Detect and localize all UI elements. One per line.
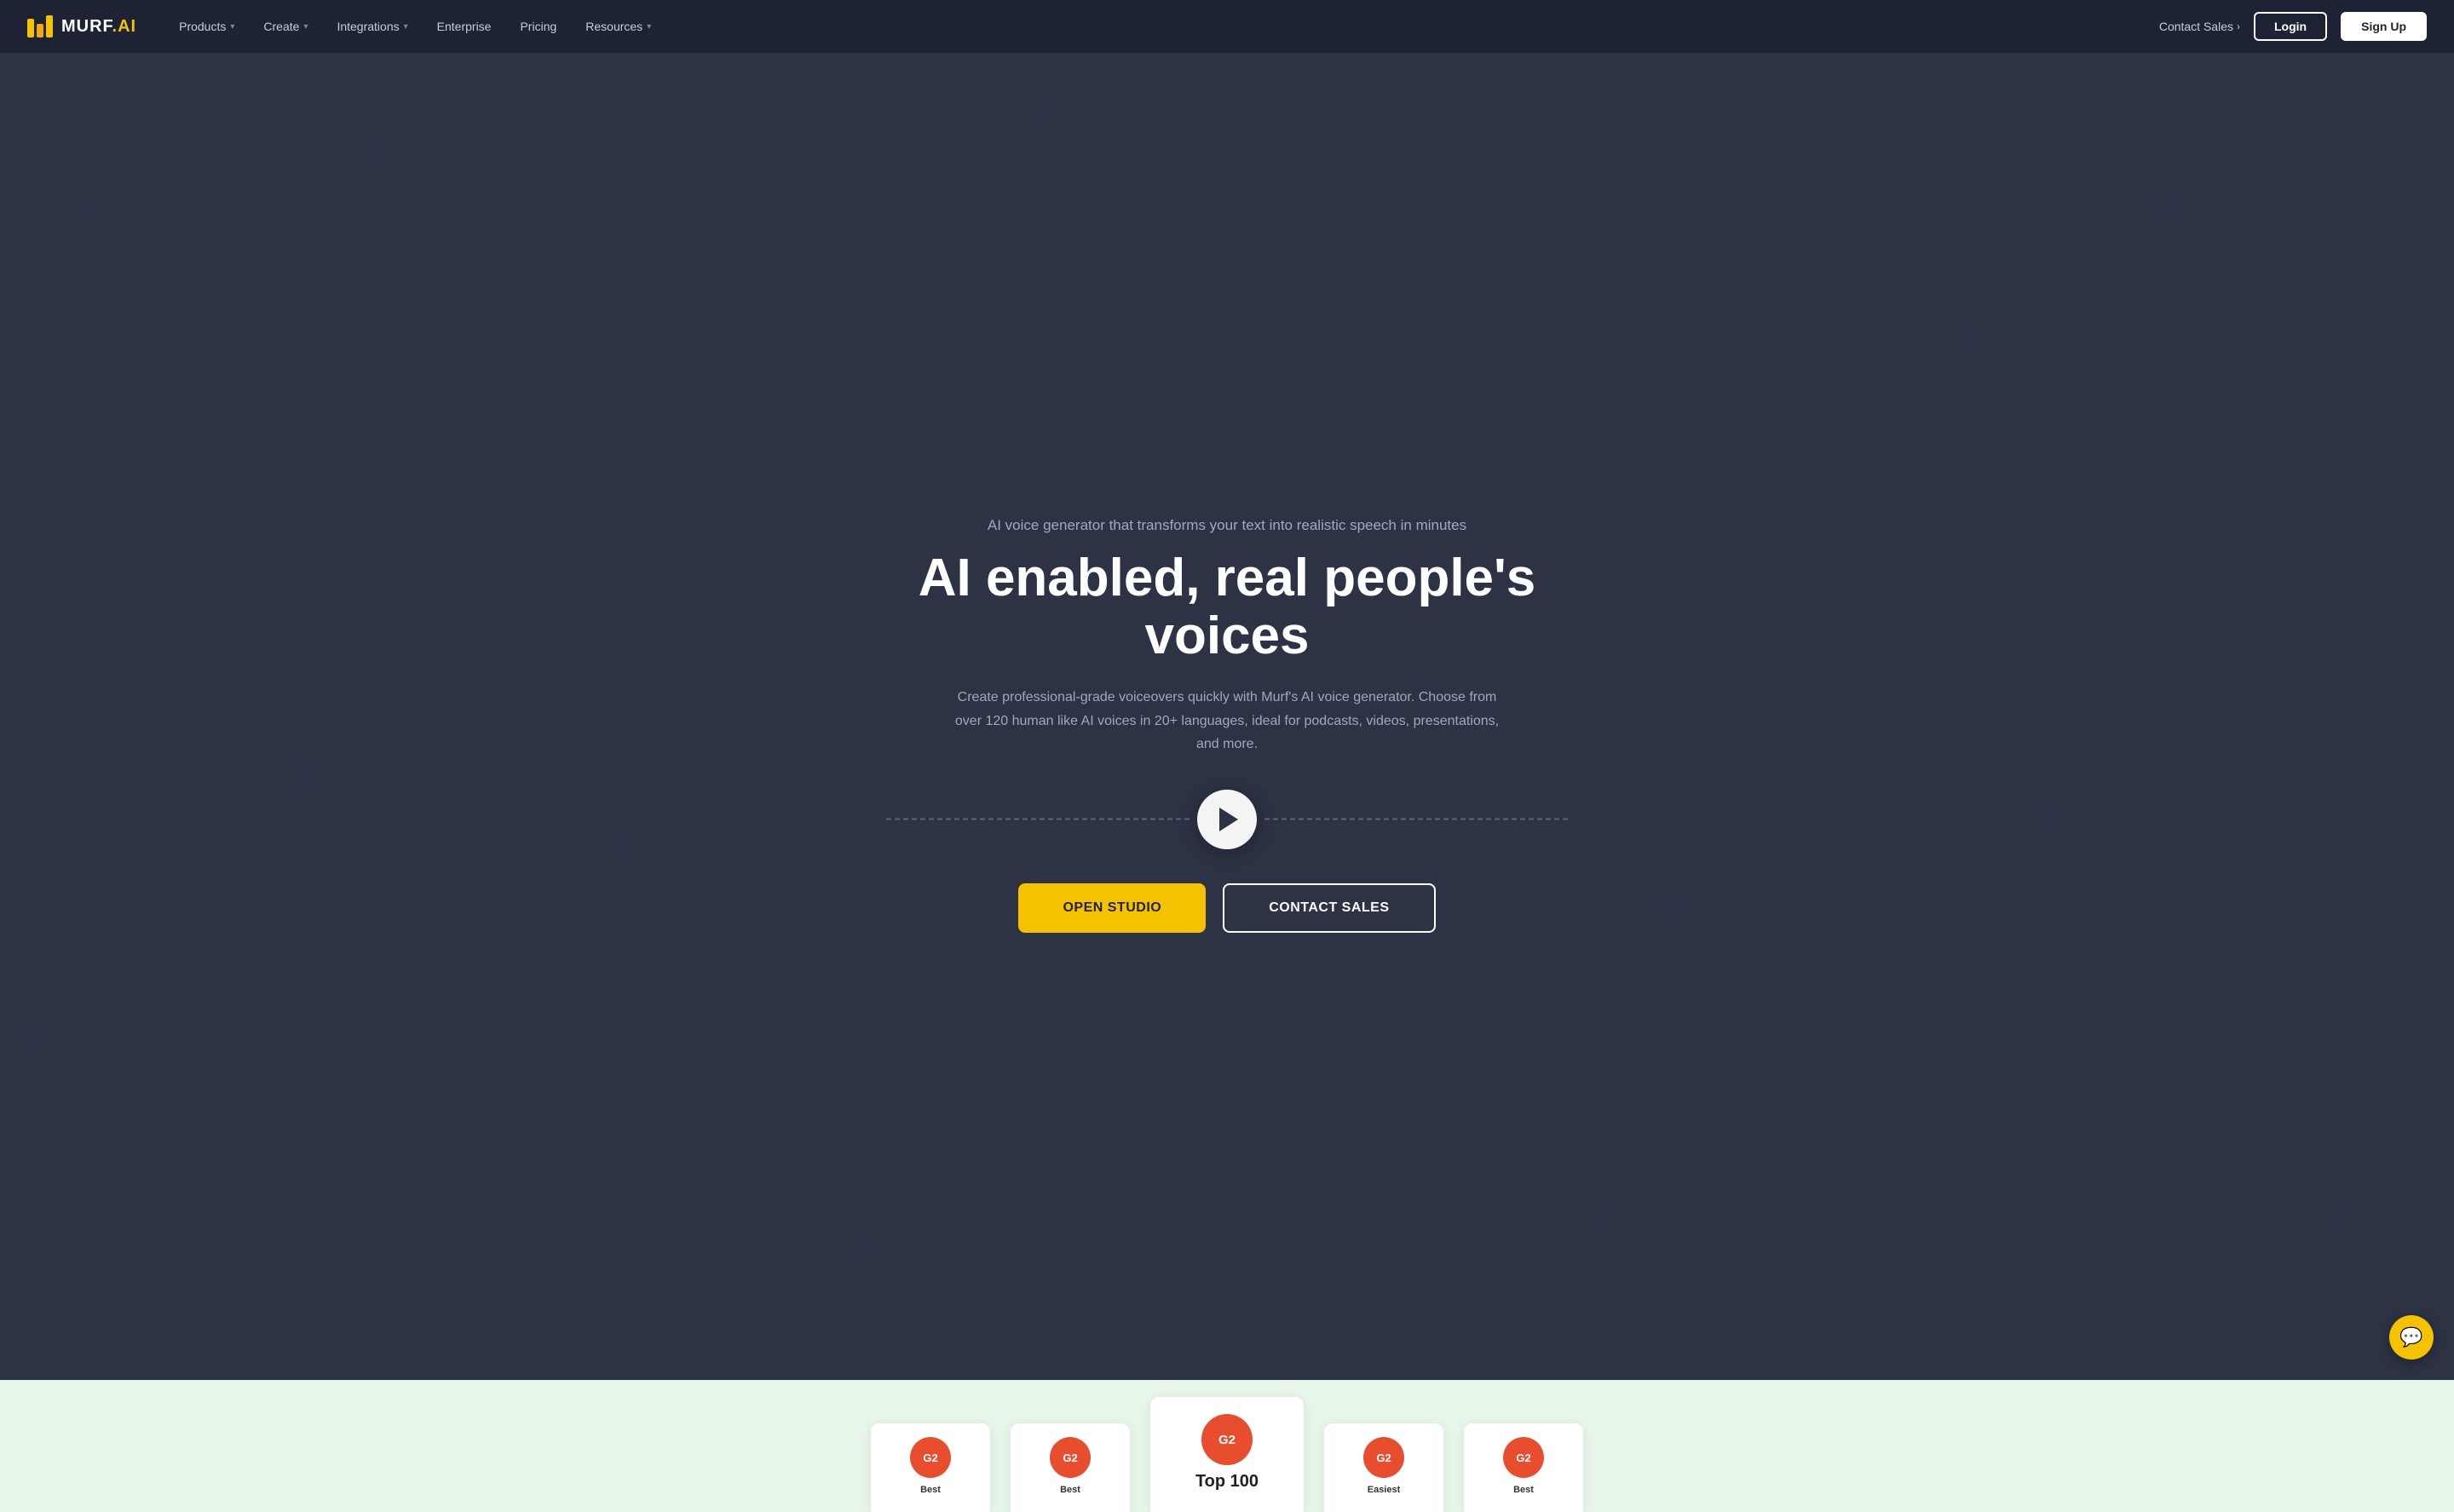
svg-text:📺: 📺	[1963, 328, 1986, 349]
svg-text:🎵: 🎵	[1472, 237, 1494, 256]
svg-text:📱: 📱	[441, 1071, 464, 1092]
nav-right: Contact Sales › Login Sign Up	[2159, 12, 2427, 41]
chat-bubble[interactable]: 💬	[2389, 1315, 2434, 1360]
hero-section: 🎙 📺 🌐 🎵 ▶ 👤 🎓 📱 🌐 🎙 ▶ 📺 🎙 📺 🌐 🎵 ▶ 👤 🎓 📱 …	[0, 53, 2454, 1380]
award-card-3: G2 Easiest	[1324, 1423, 1443, 1512]
svg-text:🌐: 🌐	[2159, 196, 2180, 216]
svg-text:▶: ▶	[2258, 676, 2270, 693]
award-label-featured: Top 100	[1195, 1472, 1259, 1492]
chat-icon: 💬	[2399, 1326, 2422, 1348]
g2-badge-2: G2	[1050, 1437, 1091, 1478]
contact-sales-button[interactable]: CONTACT SALES	[1223, 883, 1435, 933]
nav-left: MURF.AI Products ▾ Create ▾ Integrations…	[27, 13, 663, 40]
award-label-3: Easiest	[1368, 1485, 1401, 1495]
logo-text-ai: .AI	[112, 17, 137, 36]
svg-text:📺: 📺	[2331, 1207, 2350, 1224]
chevron-down-icon: ▾	[303, 22, 308, 32]
svg-text:🎓: 🎓	[123, 940, 144, 959]
svg-text:📺: 📺	[196, 368, 219, 389]
g2-badge-1: G2	[910, 1437, 951, 1478]
award-card-2: G2 Best	[1011, 1423, 1130, 1512]
award-card-1: G2 Best	[871, 1423, 990, 1512]
award-label-4: Best	[1513, 1485, 1534, 1495]
nav-links: Products ▾ Create ▾ Integrations ▾ Enter…	[167, 13, 663, 40]
svg-text:▶: ▶	[859, 1230, 873, 1251]
svg-text:🎵: 🎵	[491, 500, 514, 521]
svg-text:▶: ▶	[1595, 1204, 1610, 1225]
cta-buttons: OPEN STUDIO CONTACT SALES	[886, 883, 1568, 933]
hero-description: Create professional-grade voiceovers qui…	[946, 686, 1508, 756]
svg-text:🌐: 🌐	[1668, 901, 1687, 919]
svg-text:👤: 👤	[295, 764, 320, 788]
signup-button[interactable]: Sign Up	[2341, 12, 2427, 41]
logo-bar-2	[37, 24, 43, 37]
open-studio-button[interactable]: OPEN STUDIO	[1018, 883, 1206, 933]
svg-text:📺: 📺	[25, 1034, 46, 1053]
nav-item-resources[interactable]: Resources ▾	[573, 13, 663, 40]
chevron-down-icon: ▾	[647, 22, 651, 32]
login-button[interactable]: Login	[2254, 12, 2327, 41]
svg-text:👤: 👤	[2036, 804, 2062, 828]
svg-text:🎵: 🎵	[1840, 540, 1864, 561]
play-button-wrap	[886, 790, 1568, 849]
svg-text:🌐: 🌐	[368, 143, 389, 164]
svg-text:🎙: 🎙	[1767, 138, 1798, 164]
awards-section: G2 Best G2 Best G2 Top 100 G2 Easiest G2…	[0, 1380, 2454, 1512]
hero-content: AI voice generator that transforms your …	[886, 517, 1568, 933]
svg-text:🌐: 🌐	[614, 835, 632, 853]
nav-item-create[interactable]: Create ▾	[251, 13, 320, 40]
g2-badge-3: G2	[1363, 1437, 1404, 1478]
svg-text:▶: ▶	[49, 636, 61, 653]
logo-bar-3	[46, 15, 53, 37]
logo[interactable]: MURF.AI	[27, 15, 136, 37]
chevron-down-icon: ▾	[404, 22, 408, 32]
nav-item-enterprise[interactable]: Enterprise	[425, 13, 504, 40]
nav-item-pricing[interactable]: Pricing	[508, 13, 568, 40]
contact-sales-nav-link[interactable]: Contact Sales ›	[2159, 20, 2240, 33]
svg-text:🎙: 🎙	[687, 238, 708, 256]
arrow-icon: ›	[2237, 20, 2240, 32]
award-label-2: Best	[1060, 1485, 1080, 1495]
svg-text:📱: 📱	[1890, 1097, 1913, 1118]
svg-text:🎓: 🎓	[2209, 968, 2230, 986]
navbar: MURF.AI Products ▾ Create ▾ Integrations…	[0, 0, 2454, 53]
logo-icon	[27, 15, 53, 37]
svg-text:🎙: 🎙	[1350, 1260, 1369, 1277]
award-card-4: G2 Best	[1464, 1423, 1583, 1512]
award-label-1: Best	[920, 1485, 941, 1495]
play-button[interactable]	[1197, 790, 1257, 849]
logo-bar-1	[27, 19, 34, 37]
nav-item-products[interactable]: Products ▾	[167, 13, 246, 40]
g2-badge-4: G2	[1503, 1437, 1544, 1478]
nav-item-integrations[interactable]: Integrations ▾	[325, 13, 419, 40]
play-icon	[1219, 808, 1238, 831]
svg-text:🎙: 🎙	[73, 191, 104, 217]
hero-title: AI enabled, real people's voices	[886, 549, 1568, 665]
svg-text:📺: 📺	[196, 1233, 215, 1250]
award-card-featured: G2 Top 100	[1150, 1397, 1304, 1512]
hero-subtitle: AI voice generator that transforms your …	[886, 517, 1568, 534]
logo-text: MURF.AI	[61, 17, 136, 37]
svg-text:📺: 📺	[1031, 106, 1050, 123]
g2-badge-featured: G2	[1201, 1414, 1253, 1465]
chevron-down-icon: ▾	[230, 22, 234, 32]
